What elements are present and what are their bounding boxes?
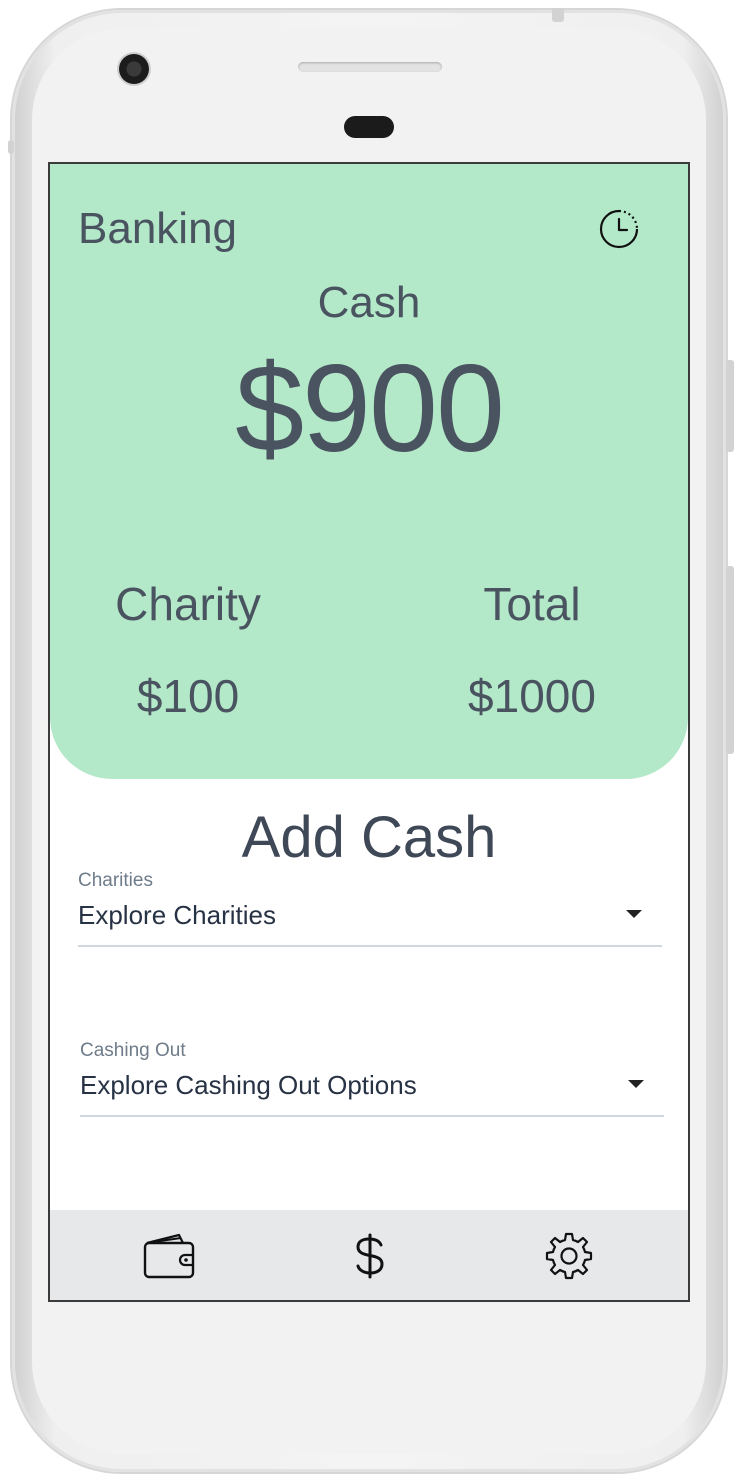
bottom-nav bbox=[50, 1210, 688, 1300]
history-button[interactable] bbox=[598, 208, 640, 250]
charity-amount: $100 bbox=[136, 670, 240, 722]
cash-amount: $900 bbox=[235, 340, 505, 478]
charities-select[interactable]: Explore Charities bbox=[78, 900, 662, 947]
total-amount: $1000 bbox=[468, 670, 596, 722]
nav-cash-button[interactable] bbox=[342, 1228, 398, 1284]
cash-label: Cash bbox=[317, 278, 421, 327]
front-camera bbox=[119, 54, 149, 84]
charities-label: Charities bbox=[78, 870, 153, 891]
charity-label: Charity bbox=[115, 578, 261, 630]
power-button bbox=[552, 8, 564, 22]
cashing-out-dropdown[interactable]: Cashing Out Explore Cashing Out Options bbox=[80, 1040, 664, 1117]
app-screen: Banking Cash $900 Charity $100 Total $10… bbox=[48, 162, 690, 1302]
volume-button bbox=[726, 360, 734, 452]
proximity-sensor bbox=[344, 116, 394, 138]
nav-wallet-button[interactable] bbox=[142, 1228, 198, 1284]
dollar-icon bbox=[356, 1233, 384, 1279]
add-cash-heading: Add Cash bbox=[241, 805, 497, 870]
page-title: Banking bbox=[78, 204, 238, 253]
gear-icon bbox=[545, 1232, 593, 1280]
cashing-out-label: Cashing Out bbox=[80, 1040, 186, 1061]
total-label: Total bbox=[483, 578, 581, 630]
history-clock-icon bbox=[599, 209, 639, 249]
caret-down-icon bbox=[628, 1080, 644, 1088]
total-stat: Total $1000 bbox=[412, 576, 652, 724]
charities-value: Explore Charities bbox=[78, 900, 276, 930]
caret-down-icon bbox=[626, 910, 642, 918]
left-button bbox=[8, 140, 14, 154]
charity-stat: Charity $100 bbox=[68, 576, 308, 724]
cashing-out-value: Explore Cashing Out Options bbox=[80, 1070, 417, 1100]
side-button bbox=[726, 566, 734, 754]
cashing-out-select[interactable]: Explore Cashing Out Options bbox=[80, 1070, 664, 1117]
balance-card: Banking Cash $900 Charity $100 Total $10… bbox=[50, 164, 688, 779]
charities-dropdown[interactable]: Charities Explore Charities bbox=[78, 870, 662, 947]
nav-settings-button[interactable] bbox=[541, 1228, 597, 1284]
wallet-icon bbox=[143, 1233, 195, 1279]
earpiece-speaker bbox=[298, 62, 442, 72]
